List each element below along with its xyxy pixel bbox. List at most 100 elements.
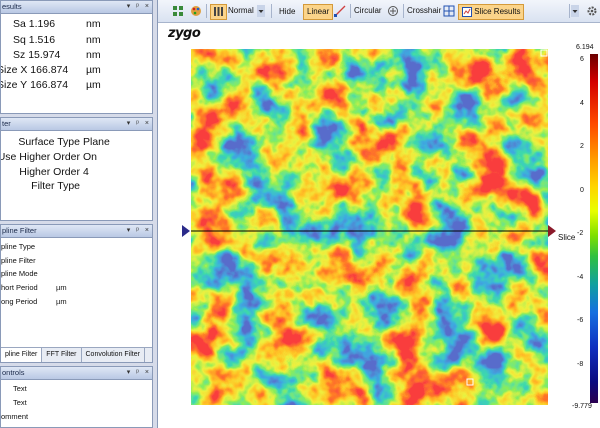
property-label: Surface Type (18, 136, 80, 148)
chevron-down-icon[interactable] (571, 4, 579, 18)
colorbar-tick: 0 (580, 187, 584, 194)
property-value[interactable]: 4 (83, 166, 89, 178)
controls-panel-title: ontrols ▾ ᵖ × (1, 367, 152, 380)
filter-panel-title: ter ▾ ᵖ × (1, 118, 152, 131)
colorbar-tick: 2 (580, 143, 584, 150)
result-unit: nm (86, 18, 101, 30)
result-label: Sa (13, 18, 26, 30)
spline-filter-panel: pline Filter ▾ ᵖ × pline Type pline Filt… (0, 224, 153, 363)
line-tool-icon[interactable] (334, 4, 346, 18)
colorbar-tick: -4 (577, 274, 584, 281)
colorbar-tick: 6 (580, 56, 584, 63)
grid-icon[interactable] (172, 4, 184, 18)
pin-icon[interactable]: ᵖ (136, 367, 139, 379)
property-label: ong Period (1, 297, 38, 306)
result-unit: µm (86, 64, 101, 76)
hide-button[interactable]: Hide (276, 4, 298, 20)
colorbar (590, 54, 598, 403)
spline-title-text: pline Filter (2, 226, 37, 235)
crosshair-icon[interactable] (443, 4, 455, 18)
property-unit[interactable]: µm (56, 283, 67, 292)
close-icon[interactable]: × (145, 118, 149, 130)
property-label: Filter Type (31, 180, 80, 192)
colorbar-tick: 4 (580, 100, 584, 107)
dropdown-icon[interactable]: ▾ (127, 225, 131, 237)
result-value: 1.516 (28, 34, 56, 46)
colorbar-tick: -8 (577, 361, 584, 368)
controls-title-text: ontrols (2, 368, 25, 377)
result-value: 1.196 (28, 18, 56, 30)
result-row: Sa 1.196 (13, 18, 55, 30)
colorbar-tick: -2 (577, 230, 584, 237)
tab-fft-filter[interactable]: FFT Filter (42, 348, 82, 362)
colorbar-min-label: -9.779 (572, 403, 592, 410)
circular-button[interactable]: Circular (354, 4, 382, 18)
dropdown-icon[interactable]: ▾ (127, 367, 131, 379)
circle-tool-icon[interactable] (387, 4, 399, 18)
close-icon[interactable]: × (145, 367, 149, 379)
results-title-text: esults (2, 2, 22, 11)
normal-button[interactable]: Normal (228, 4, 254, 18)
gear-icon[interactable] (586, 4, 598, 18)
results-panel: esults ▾ ᵖ × Sa 1.196 nm Sq 1.516 nm Sz … (0, 0, 153, 114)
control-value[interactable]: Text (13, 398, 27, 407)
property-label: pline Mode (1, 269, 38, 278)
colorbar-max-label: 6.194 (576, 44, 594, 51)
view-mode-icon[interactable] (210, 4, 227, 20)
result-label: Size Y (0, 79, 28, 91)
linear-button[interactable]: Linear (303, 4, 334, 20)
dropdown-icon[interactable]: ▾ (127, 1, 131, 13)
property-value[interactable]: Plane (83, 136, 110, 148)
plot-toolbar: Normal Hide Linear Circular Crosshair Sl… (158, 0, 600, 23)
result-row: Sz 15.974 (13, 49, 60, 61)
pin-icon[interactable]: ᵖ (136, 118, 139, 130)
property-value[interactable]: On (83, 151, 97, 163)
slice-end-marker-icon[interactable] (548, 225, 556, 237)
result-label: Sq (13, 34, 26, 46)
surface-map-view: Normal Hide Linear Circular Crosshair Sl… (157, 0, 600, 428)
result-value: 166.874 (30, 64, 69, 76)
chevron-down-icon[interactable] (257, 4, 265, 18)
control-value[interactable]: Text (13, 384, 27, 393)
zygo-logo: zygo (168, 26, 201, 41)
result-label: Size X (0, 64, 28, 76)
result-unit: µm (86, 79, 101, 91)
colorbar-tick: -6 (577, 317, 584, 324)
filter-tabs: pline Filter FFT Filter Convolution Filt… (1, 347, 152, 362)
slice-results-label: Slice Results (474, 7, 521, 16)
filter-title-text: ter (2, 119, 11, 128)
property-label: pline Filter (1, 256, 36, 265)
spline-panel-title: pline Filter ▾ ᵖ × (1, 225, 152, 238)
property-label: hort Period (1, 283, 38, 292)
result-value: 15.974 (28, 49, 61, 61)
slice-label: Slice (558, 233, 576, 242)
results-panel-title: esults ▾ ᵖ × (1, 1, 152, 14)
crosshair-button[interactable]: Crosshair (407, 4, 441, 18)
property-label: omment (1, 412, 29, 421)
property-label: Higher Order (19, 166, 80, 178)
controls-panel: ontrols ▾ ᵖ × Text Text omment (0, 366, 153, 428)
property-label: Use Higher Order (0, 151, 80, 163)
result-value: 166.874 (30, 79, 69, 91)
slice-results-button[interactable]: Slice Results (458, 4, 525, 20)
tab-convolution-filter[interactable]: Convolution Filter (82, 348, 145, 362)
pin-icon[interactable]: ᵖ (136, 225, 139, 237)
surface-height-map[interactable] (191, 49, 548, 405)
filter-settings-panel: ter ▾ ᵖ × Surface Type Plane Use Higher … (0, 117, 153, 221)
palette-icon[interactable] (190, 4, 202, 18)
close-icon[interactable]: × (145, 225, 149, 237)
result-label: Sz (13, 49, 26, 61)
property-label: pline Type (1, 242, 36, 251)
result-unit: nm (86, 49, 101, 61)
property-unit[interactable]: µm (56, 297, 67, 306)
slice-results-icon (462, 6, 472, 17)
result-row: Sq 1.516 (13, 34, 55, 46)
result-unit: nm (86, 34, 101, 46)
dropdown-icon[interactable]: ▾ (127, 118, 131, 130)
result-row: Size Y 166.874 (0, 79, 69, 91)
result-row: Size X 166.874 (0, 64, 69, 76)
pin-icon[interactable]: ᵖ (136, 1, 139, 13)
slice-start-marker-icon[interactable] (182, 225, 190, 237)
close-icon[interactable]: × (145, 1, 149, 13)
tab-spline-filter[interactable]: pline Filter (1, 348, 43, 362)
